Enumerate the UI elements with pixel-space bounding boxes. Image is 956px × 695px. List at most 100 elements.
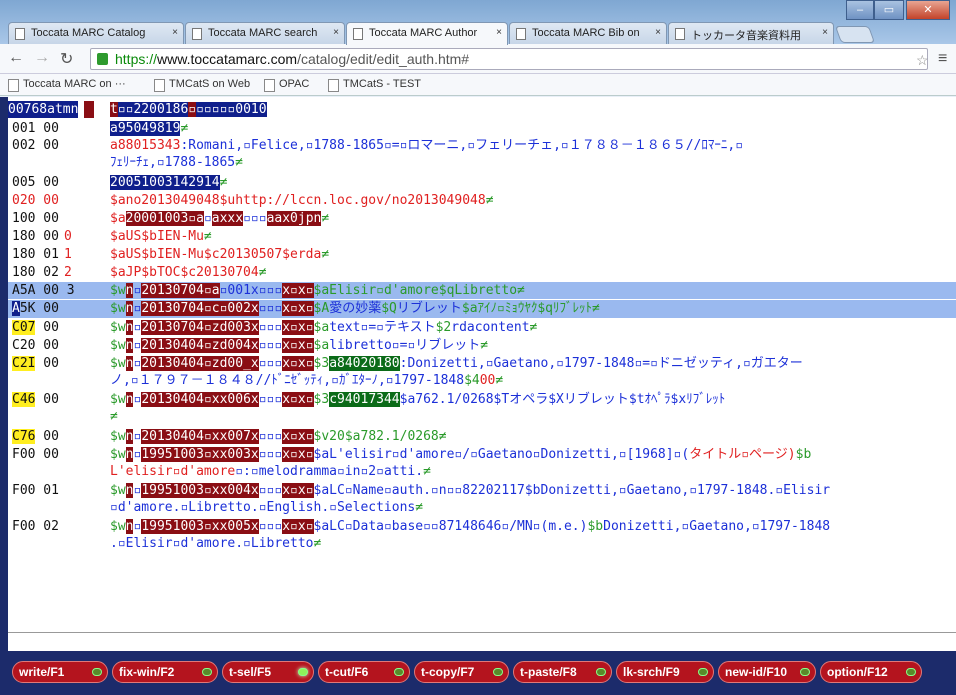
field-segment: ≠ (485, 193, 494, 208)
fkey-button[interactable]: new-id/F10 (718, 661, 816, 683)
tab-bib[interactable]: Toccata MARC Bib on × (509, 22, 667, 44)
tab-japanese[interactable]: トッカータ音楽資料用 × (668, 22, 834, 44)
field-segment: $aｱｲﾉ▫ﾐｮｳﾔｸ$qﾘﾌﾞﾚｯﾄ (461, 301, 593, 316)
marc-field-row[interactable]: C07 00 $wn▫20130704▫zd003x▫▫▫x▫x▫$atext▫=… (8, 319, 956, 336)
marc-field-row[interactable]: 180 00 0 $aUS$bIEN-Mu≠ (8, 228, 956, 245)
bookmark-opac[interactable]: OPAC (264, 78, 309, 92)
field-segment: $4 (464, 373, 480, 388)
leader-d: ▫ (188, 102, 197, 117)
fkey-label: t-sel/F5 (229, 665, 272, 679)
back-arrow-icon[interactable]: ← (8, 49, 24, 67)
marc-field-row[interactable]: 100 00 $a20001003▫a▫axxx▫▫▫aax0jpn≠ (8, 210, 956, 227)
field-segment: ノ,▫１７９７－１８４８//ﾄﾞﾆｾﾞｯﾃｨ,▫ｶﾞｴﾀｰﾉ,▫1797-184… (110, 373, 465, 388)
marc-field-row[interactable]: A5A 00 3 $wn▫20130704▫a▫001x▫▫▫x▫x▫$aElis… (8, 282, 956, 299)
field-content[interactable]: a88015343:Romani,▫Felice,▫1788-1865▫=▫ロマ… (110, 137, 950, 171)
field-content[interactable]: $wn▫20130404▫zd004x▫▫▫x▫x▫$alibretto▫=▫リ… (110, 337, 950, 354)
fkey-button[interactable]: t-sel/F5 (222, 661, 314, 683)
close-tab-icon[interactable]: × (822, 27, 828, 38)
menu-icon[interactable]: ≡ (938, 50, 947, 68)
reload-icon[interactable]: ↻ (60, 49, 73, 69)
field-segment: ▫zd003x (203, 320, 259, 335)
marc-field-row[interactable]: 001 00 a95049819≠ (8, 120, 956, 137)
bookmark-star-icon[interactable]: ☆ (916, 52, 929, 69)
marc-field-row[interactable]: 002 00 a88015343:Romani,▫Felice,▫1788-186… (8, 137, 956, 173)
marc-field-row[interactable]: 180 02 2 $aJP$bTOC$c20130704≠ (8, 264, 956, 281)
maximize-button[interactable]: ▭ (874, 0, 904, 20)
field-segment: ≠ (529, 320, 538, 335)
fkey-button[interactable]: t-cut/F6 (318, 661, 410, 683)
field-content[interactable]: $aUS$bIEN-Mu≠ (110, 228, 950, 245)
field-segment: axxx (211, 211, 244, 226)
bookmark-toccata[interactable]: Toccata MARC on ··· (8, 78, 126, 92)
close-tab-icon[interactable]: × (496, 27, 502, 38)
field-content[interactable]: $wn▫19951003▫xx004x▫▫▫x▫x▫$aLC▫Name▫auth… (110, 482, 950, 516)
close-tab-icon[interactable]: × (333, 27, 339, 38)
marc-field-row[interactable]: C20 00 $wn▫20130404▫zd004x▫▫▫x▫x▫$alibret… (8, 337, 956, 354)
field-content[interactable]: $wn▫20130704▫a▫001x▫▫▫x▫x▫$aElisir▫d'amo… (110, 282, 950, 299)
marc-field-row[interactable]: F00 00 $wn▫19951003▫xx003x▫▫▫x▫x▫$aL'elis… (8, 446, 956, 482)
field-segment: ≠ (495, 373, 504, 388)
fkey-button[interactable]: fix-win/F2 (112, 661, 218, 683)
field-content[interactable]: $wn▫20130704▫c▫002x▫▫▫x▫x▫$A愛の妙薬$Qリブレット$… (110, 300, 950, 317)
address-bar-row: ← → ↻ https://www.toccatamarc.com/catalo… (0, 44, 956, 74)
field-segment: リブレット (563, 392, 629, 407)
close-tab-icon[interactable]: × (655, 27, 661, 38)
field-content[interactable]: $aUS$bIEN-Mu$c20130507$erda≠ (110, 246, 950, 263)
fkey-button[interactable]: option/F12 (820, 661, 922, 683)
fkey-button[interactable]: t-copy/F7 (414, 661, 509, 683)
url-path: /catalog/edit/edit_auth.htm# (297, 51, 470, 67)
field-content[interactable]: $wn▫19951003▫xx005x▫▫▫x▫x▫$aLC▫Data▫base… (110, 518, 950, 552)
field-tag: 020 00 (12, 193, 59, 208)
url-input[interactable]: https://www.toccatamarc.com/catalog/edit… (90, 48, 928, 70)
marc-field-row[interactable]: 020 00 $ano2013049048$uhttp://lccn.loc.go… (8, 192, 956, 209)
bookmark-tmcats-test[interactable]: TMCatS - TEST (328, 78, 421, 92)
field-segment: $ano2013049048$uhttp://lccn.loc.gov/no20… (110, 193, 486, 208)
field-segment: 20130404 (141, 392, 204, 407)
marc-field-row[interactable]: 005 00 20051003142914≠ (8, 174, 956, 191)
close-window-button[interactable]: ✕ (906, 0, 950, 20)
marc-field-row[interactable]: F00 01 $wn▫19951003▫xx004x▫▫▫x▫x▫$aLC▫Nam… (8, 482, 956, 518)
field-segment: c94017344 (329, 392, 400, 407)
field-content[interactable]: $a20001003▫a▫axxx▫▫▫aax0jpn≠ (110, 210, 950, 227)
field-segment: ▫zd00_x (203, 356, 259, 371)
field-segment: ≠ (313, 536, 322, 551)
field-content[interactable]: $wn▫20130404▫xx007x▫▫▫x▫x▫$v20$a782.1/02… (110, 428, 950, 445)
leader-a: 00768atmn (8, 101, 79, 118)
field-tag: F00 00 (12, 447, 59, 462)
field-segment: $w (110, 519, 126, 534)
field-content[interactable]: a95049819≠ (110, 120, 950, 137)
field-content[interactable]: $aJP$bTOC$c20130704≠ (110, 264, 950, 281)
field-segment: $w (110, 283, 126, 298)
forward-arrow-icon[interactable]: → (34, 49, 50, 67)
field-content[interactable]: $wn▫19951003▫xx003x▫▫▫x▫x▫$aL'elisir▫d'a… (110, 446, 950, 480)
tab-search[interactable]: Toccata MARC search × (185, 22, 345, 44)
marc-field-row[interactable]: C2I 00 $wn▫20130404▫zd00_x▫▫▫x▫x▫$3a84020… (8, 355, 956, 391)
bookmark-tmcats-web[interactable]: TMCatS on Web (154, 78, 250, 92)
marc-editor[interactable]: 00768atmn t▫▫2200186▫▫▫▫▫▫0010 001 00 a95… (8, 97, 956, 651)
marc-field-row[interactable]: C76 00 $wn▫20130404▫xx007x▫▫▫x▫x▫$v20$a78… (8, 428, 956, 445)
marc-field-row[interactable]: A5K 00 $wn▫20130704▫c▫002x▫▫▫x▫x▫$A愛の妙薬$Q… (8, 300, 956, 318)
field-segment: ▫xx005x (203, 519, 259, 534)
field-segment: 20130704 (141, 301, 204, 316)
fkey-button[interactable]: lk-srch/F9 (616, 661, 714, 683)
fkey-button[interactable]: write/F1 (12, 661, 108, 683)
field-segment: x▫x▫ (282, 283, 314, 298)
leader-c: ▫▫2200186 (117, 102, 189, 117)
marc-field-row[interactable]: 180 01 1 $aUS$bIEN-Mu$c20130507$erda≠ (8, 246, 956, 263)
new-tab-button[interactable] (834, 26, 876, 43)
marc-field-row[interactable]: C46 00 $wn▫20130404▫xx006x▫▫▫x▫x▫$3c94017… (8, 391, 956, 427)
close-tab-icon[interactable]: × (172, 27, 178, 38)
field-segment: ▫▫▫ (258, 392, 283, 407)
field-tag: F00 02 (12, 519, 59, 534)
minimize-button[interactable]: – (846, 0, 874, 20)
fkey-button[interactable]: t-paste/F8 (513, 661, 612, 683)
tab-catalog[interactable]: Toccata MARC Catalog × (8, 22, 184, 44)
marc-field-row[interactable]: F00 02 $wn▫19951003▫xx005x▫▫▫x▫x▫$aLC▫Dat… (8, 518, 956, 554)
field-segment: $w (110, 392, 126, 407)
field-content[interactable]: $wn▫20130404▫zd00_x▫▫▫x▫x▫$3a84020180:Do… (110, 355, 950, 389)
field-content[interactable]: $wn▫20130704▫zd003x▫▫▫x▫x▫$atext▫=▫テキスト$… (110, 319, 950, 336)
field-content[interactable]: 20051003142914≠ (110, 174, 950, 191)
tab-author[interactable]: Toccata MARC Author × (346, 22, 508, 45)
field-content[interactable]: $ano2013049048$uhttp://lccn.loc.gov/no20… (110, 192, 950, 209)
field-content[interactable]: $wn▫20130404▫xx006x▫▫▫x▫x▫$3c94017344$a7… (110, 391, 950, 425)
